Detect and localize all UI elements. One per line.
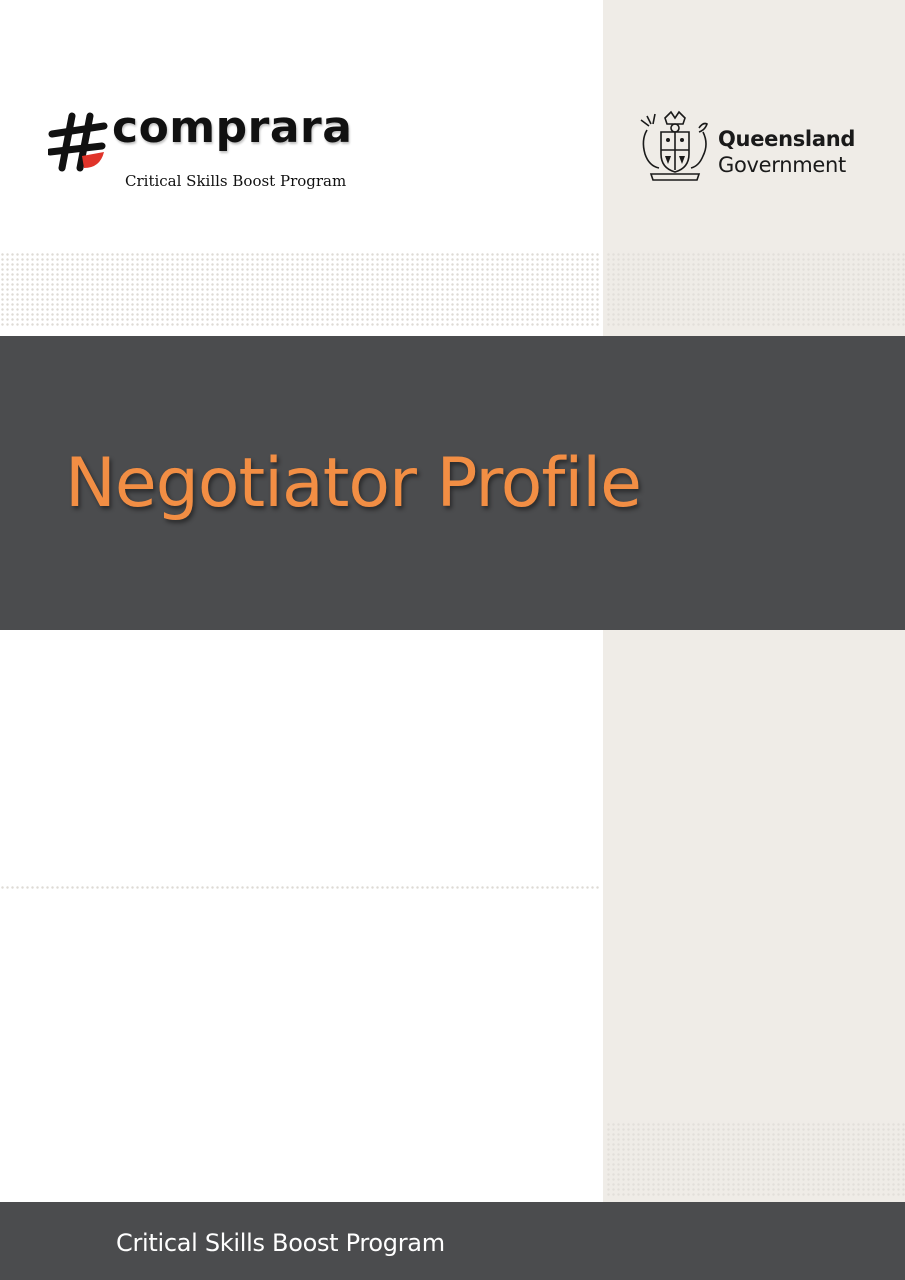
footer-band: Critical Skills Boost Program — [0, 1202, 905, 1280]
hashtag-icon — [48, 112, 108, 172]
comprara-wordmark: comprara — [112, 102, 353, 153]
program-tagline: Critical Skills Boost Program — [125, 172, 347, 190]
title-band: Negotiator Profile — [0, 336, 905, 630]
dot-texture-bottom-right — [606, 1122, 905, 1198]
footer-program-name: Critical Skills Boost Program — [116, 1229, 445, 1257]
dot-texture-top-left — [0, 252, 600, 328]
comprara-logo: comprara Critical Skills Boost Program — [48, 102, 368, 198]
dot-texture-top-right — [606, 252, 905, 328]
queensland-government-logo: Queensland Government — [637, 110, 867, 185]
coat-of-arms-icon — [640, 110, 708, 181]
dot-divider — [0, 885, 600, 891]
document-title: Negotiator Profile — [65, 444, 642, 523]
government-name: Queensland — [718, 127, 856, 151]
side-panel — [603, 0, 905, 1280]
government-label: Government — [718, 153, 846, 177]
